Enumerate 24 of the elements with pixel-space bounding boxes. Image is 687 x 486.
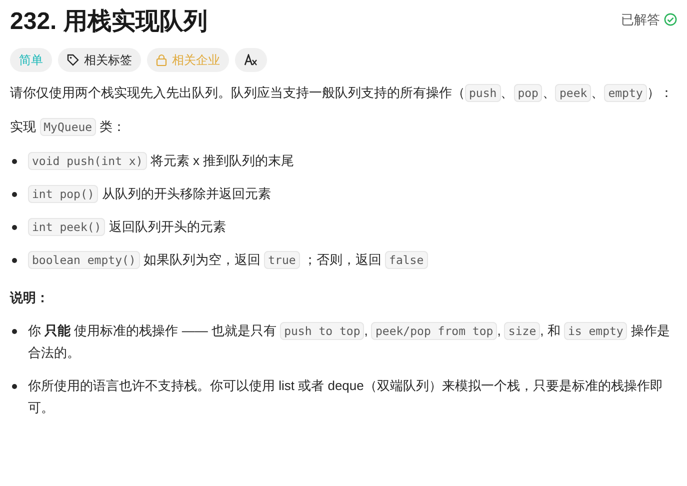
list-item-text: 你所使用的语言也许不支持栈。你可以使用 list 或者 deque（双端队列）来模拟一个栈，只要是标准的栈操作即可。 (28, 377, 664, 417)
list-item-text: 你 只能 使用标准的栈操作 —— 也就是只有 push to top , peek/pop from top , size , 和 is empty 操作是合法的。 (28, 321, 671, 362)
bullet-icon (12, 225, 17, 230)
list-item-text: int pop() 从队列的开头移除并返回元素 (28, 183, 271, 205)
bullet-icon (12, 258, 17, 263)
list-item-text: void push(int x) 将元素 x 推到队列的末尾 (28, 150, 294, 172)
bullet-icon (12, 384, 17, 389)
bullet-icon (12, 192, 17, 197)
section-heading: 说明： (10, 289, 50, 307)
list-item-text: boolean empty() 如果队列为空，返回 true ；否则，返回 false (28, 249, 428, 271)
bullet-icon (12, 159, 17, 164)
solved-label: 已解答 (621, 11, 660, 29)
translate-icon (244, 54, 258, 66)
topics-tag-button[interactable]: 相关标签 (58, 48, 141, 72)
difficulty-tag[interactable]: 简单 (10, 48, 52, 72)
companies-button[interactable]: 相关企业 (147, 48, 229, 72)
bullet-icon (12, 329, 17, 334)
problem-title: 232. 用栈实现队列 (10, 7, 208, 37)
tag-icon (67, 54, 79, 66)
description-paragraph: 请你仅使用两个栈实现先入先出队列。队列应当支持一般队列支持的所有操作（ push 、 pop 、 peek 、 empty ）： (10, 83, 674, 104)
list-item-text: int peek() 返回队列开头的元素 (28, 216, 226, 238)
translate-button[interactable] (235, 48, 267, 72)
description-paragraph: 实现 MyQueue 类： (10, 117, 127, 138)
lock-icon (156, 54, 167, 66)
